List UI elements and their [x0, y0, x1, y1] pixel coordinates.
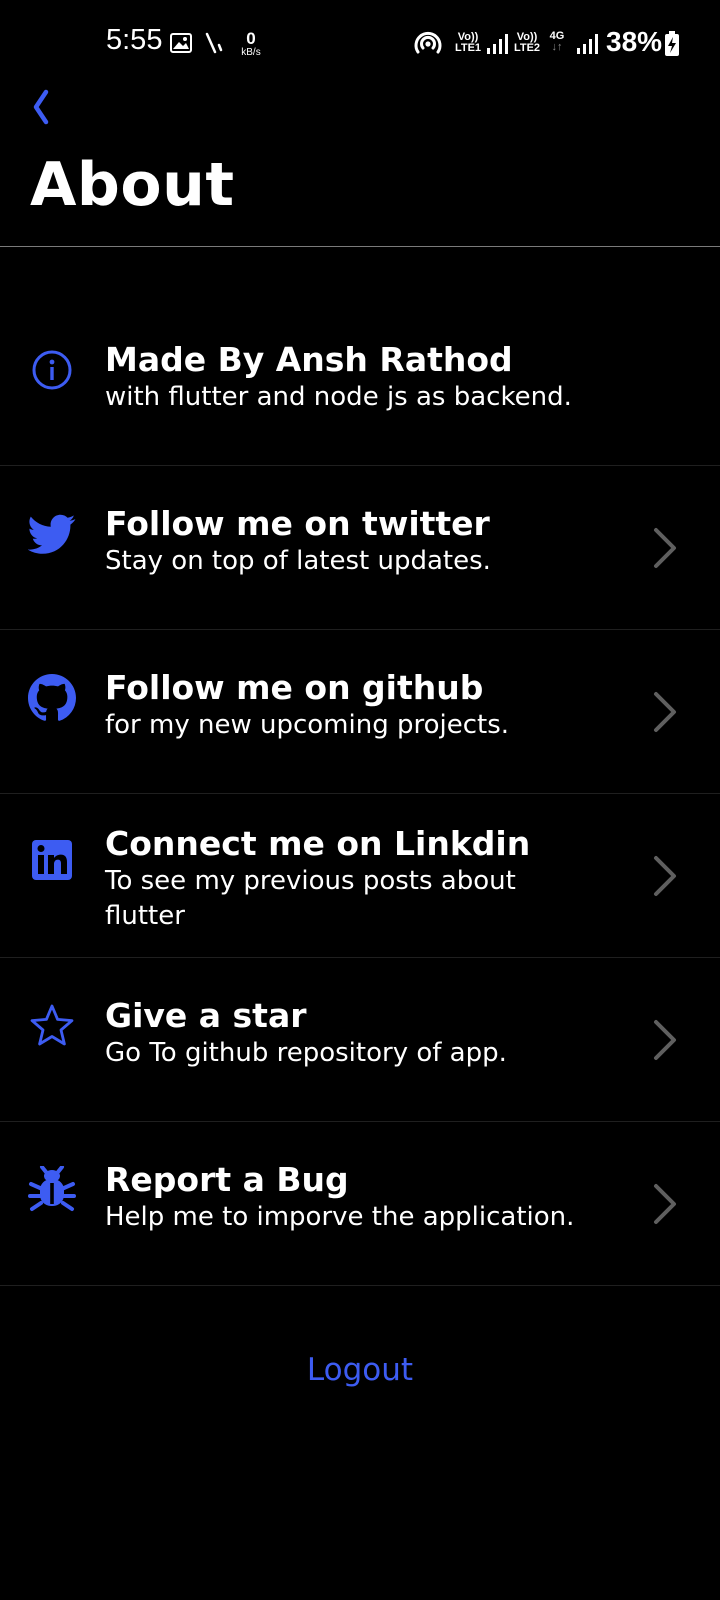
network-speed-value: 0 — [246, 29, 256, 48]
item-subtitle: for my new upcoming projects. — [105, 710, 510, 740]
list-item-give-star[interactable]: Give a star Go To github repository of a… — [0, 958, 720, 1122]
tools-notification-icon — [205, 32, 223, 54]
item-title: Follow me on twitter — [105, 504, 490, 543]
item-subtitle: To see my previous posts about flutter — [105, 866, 516, 931]
chevron-right-icon — [654, 692, 676, 732]
data-arrows-icon: ↓↑ — [551, 41, 563, 53]
list-item-linkedin[interactable]: Connect me on Linkdin To see my previous… — [0, 794, 720, 958]
gallery-notification-icon — [170, 33, 192, 53]
battery-percent: 38% — [606, 26, 663, 57]
chevron-right-icon — [654, 1184, 676, 1224]
sim2-volte-label: Vo)) LTE2 — [512, 32, 542, 54]
twitter-icon — [28, 514, 76, 554]
star-icon — [30, 1004, 74, 1046]
bug-icon — [28, 1166, 76, 1211]
item-title: Connect me on Linkdin — [105, 824, 531, 863]
sim1-label-bottom: LTE1 — [454, 42, 482, 54]
list-item-report-bug[interactable]: Report a Bug Help me to imporve the appl… — [0, 1122, 720, 1286]
signal-sim1-icon — [487, 34, 508, 54]
item-title: Give a star — [105, 996, 307, 1035]
sim1-volte-label: Vo)) LTE1 — [453, 32, 483, 54]
item-title: Follow me on github — [105, 668, 484, 707]
status-bar: 5:55 0 kB/s Vo)) LTE1 Vo)) LTE2 4G ↓↑ 38… — [0, 0, 720, 88]
network-speed: 0 kB/s — [236, 30, 266, 58]
network-speed-unit: kB/s — [241, 47, 261, 58]
item-subtitle: Stay on top of latest updates. — [105, 546, 491, 576]
battery-charging-icon — [665, 31, 679, 56]
chevron-right-icon — [654, 1020, 676, 1060]
status-time: 5:55 — [106, 24, 163, 56]
item-subtitle: Help me to imporve the application. — [105, 1202, 575, 1232]
item-subtitle: with flutter and node js as backend. — [105, 382, 572, 412]
chevron-right-icon — [654, 856, 676, 896]
chevron-right-icon — [654, 528, 676, 568]
signal-sim2-icon — [577, 34, 598, 54]
about-list: Made By Ansh Rathod with flutter and nod… — [0, 302, 720, 1286]
item-title: Report a Bug — [105, 1160, 349, 1199]
list-item-github[interactable]: Follow me on github for my new upcoming … — [0, 630, 720, 794]
hotspot-icon — [414, 31, 442, 54]
github-icon — [28, 674, 76, 721]
header-divider — [0, 246, 720, 247]
logout-button[interactable]: Logout — [0, 1352, 720, 1388]
back-button[interactable] — [18, 80, 74, 136]
sim2-label-bottom: LTE2 — [513, 42, 541, 54]
item-title: Made By Ansh Rathod — [105, 340, 513, 379]
linkedin-icon — [32, 840, 72, 880]
item-subtitle: Go To github repository of app. — [105, 1038, 507, 1068]
list-item-made-by: Made By Ansh Rathod with flutter and nod… — [0, 302, 720, 466]
info-icon — [32, 350, 72, 390]
list-item-twitter[interactable]: Follow me on twitter Stay on top of late… — [0, 466, 720, 630]
network-type-label: 4G ↓↑ — [547, 31, 567, 53]
page-title: About — [30, 150, 235, 220]
back-arrow-icon — [33, 89, 49, 125]
